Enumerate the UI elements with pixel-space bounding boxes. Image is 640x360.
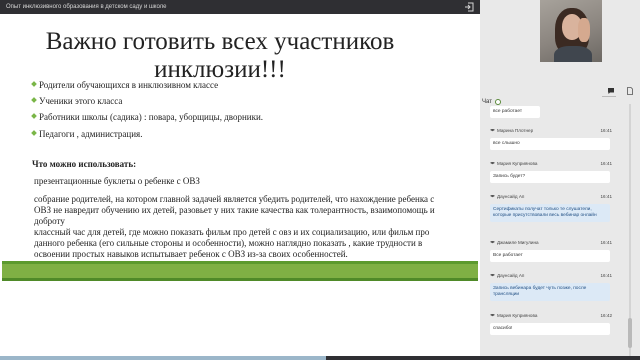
graduation-cap-icon [490,194,495,198]
active-tab-indicator [602,96,616,97]
chat-time: 16:41 [600,128,613,133]
graduation-cap-icon [490,161,495,165]
slide-paragraph: классный час для детей, где можно показа… [34,227,430,259]
graduation-cap-icon [490,128,495,132]
bullet-item: Ученики этого класса [31,96,471,107]
presenter-video[interactable] [540,0,602,62]
video-presenter-hand [578,18,590,42]
chat-time: 16:42 [600,313,613,318]
chat-message-text: все работает [490,106,540,118]
bullet-text: Ученики этого класса [39,96,123,107]
chat-scroll-thumb[interactable] [628,318,632,348]
slide-footer-band [2,261,478,281]
chat-message-header: Мария Куприянова 16:42 [490,313,616,318]
chat-time: 16:41 [600,240,613,245]
graduation-cap-icon [490,273,495,277]
chat-author: Мария Куприянова [497,161,538,166]
bullet-text: Работники школы (садика) : повара, уборщ… [39,112,264,123]
chat-messages[interactable]: все работает Марина Плотнер 16:41 все сл… [486,106,616,360]
bullet-text: Родители обучающихся в инклюзивном класс… [39,80,219,90]
presentation-slide: Важно готовить всех участников инклюзии!… [0,14,480,360]
chat-message-text: спасибо! [490,323,610,335]
chat-status-icon [494,99,501,105]
chat-author: Мария Куприянова [497,313,538,318]
chat-time: 16:41 [600,161,613,166]
graduation-cap-icon [490,240,495,244]
chat-time: 16:41 [600,194,613,199]
bullet-text: Педагоги , администрация. [39,128,143,139]
bullet-list: Родители обучающихся в инклюзивном класс… [31,80,471,145]
bullet-item: Педагоги , администрация. [31,129,471,140]
playback-progress-fill [0,356,327,360]
webinar-title-bar: Опыт инклюзивного образования в детском … [0,0,480,14]
chat-message-text: Сертификаты получат только те слушатели,… [490,204,610,222]
webinar-app: Опыт инклюзивного образования в детском … [0,0,640,360]
chat-message-text: Запись будет? [490,171,610,183]
bullet-diamond-icon [31,113,38,120]
chat-message-text: Запись вебинара будет чуть позже, после … [490,283,610,301]
chat-icon[interactable] [607,87,615,95]
bullet-diamond-icon [31,130,38,137]
slide-paragraph: презентационные буклеты о ребенке с ОВЗ [34,176,200,186]
slide-subheading: Что можно использовать: [32,159,137,169]
bullet-diamond-icon [31,97,38,104]
webinar-title: Опыт инклюзивного образования в детском … [6,4,167,10]
chat-message-header: Джамиле Мигулина 16:41 [490,240,616,245]
bullet-item: Работники школы (садика) : повара, уборщ… [31,112,471,123]
chat-author: Джамиле Мигулина [497,240,539,245]
chat-title: Чат [482,99,492,105]
panel-tabs [480,84,640,98]
chat-author: Марина Плотнер [497,128,534,133]
chat-message-header: Даунсайд Ап 16:41 [490,273,616,278]
slide-title: Важно готовить всех участников инклюзии!… [45,28,395,83]
chat-author: Даунсайд Ап [497,194,525,199]
chat-message-header: Марина Плотнер 16:41 [490,128,616,133]
graduation-cap-icon [490,313,495,317]
chat-header: Чат [482,99,501,105]
chat-message-header: Даунсайд Ап 16:41 [490,194,616,199]
chat-message-header: Мария Куприянова 16:41 [490,161,616,166]
document-icon[interactable] [626,87,634,95]
chat-message-text: все слышно [490,138,610,150]
bullet-item: Родители обучающихся в инклюзивном класс… [31,80,471,91]
slide-paragraph: собрание родителей, на котором главной з… [34,194,435,226]
bullet-diamond-icon [31,81,38,88]
chat-author: Даунсайд Ап [497,273,525,278]
video-presenter-shirt [554,46,592,62]
exit-icon[interactable] [464,2,474,12]
chat-message-text: Все работает [490,250,610,262]
chat-time: 16:41 [600,273,613,278]
